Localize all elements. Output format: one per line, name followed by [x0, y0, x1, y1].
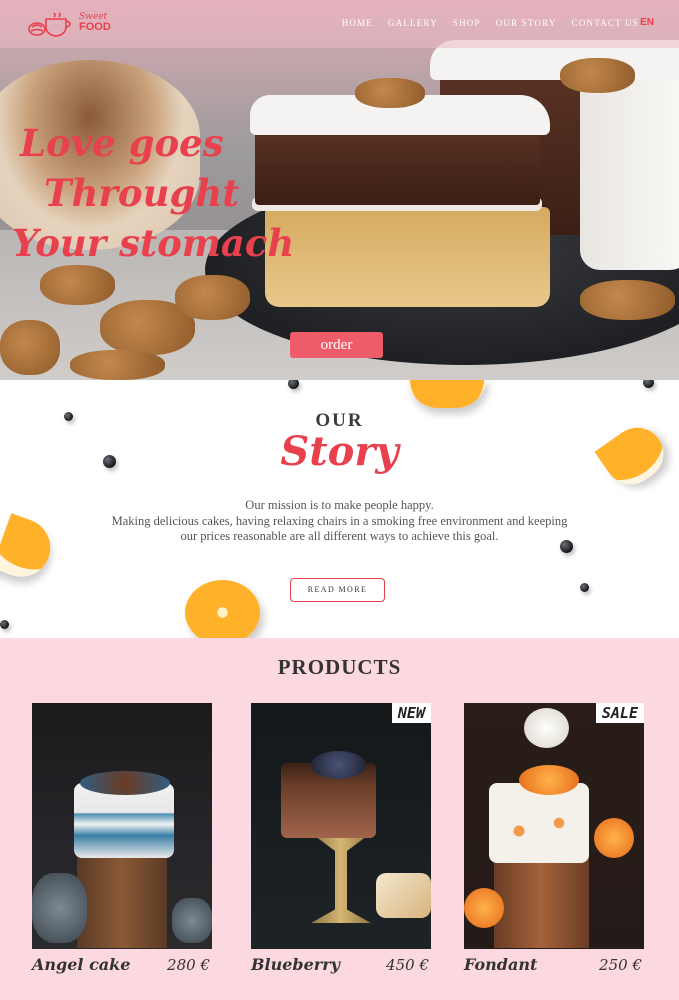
cake-stand-image — [311, 833, 371, 923]
product-image[interactable] — [32, 703, 212, 949]
nav-item-home[interactable]: HOME — [342, 18, 373, 28]
top-navigation: Sweet FOOD HOME GALLERY SHOP OUR STORY C… — [0, 0, 679, 48]
product-price: 450 € — [386, 956, 429, 974]
orange-image — [464, 888, 504, 928]
cake-slice-front-image — [250, 95, 550, 310]
blueberry-image — [580, 583, 589, 592]
hero-banner: Love goes Throught Your stomach order — [0, 0, 679, 380]
orange-slice-image — [0, 513, 59, 585]
language-switch[interactable]: EN — [640, 17, 654, 28]
cake-image — [489, 783, 589, 863]
product-image[interactable] — [464, 703, 644, 949]
walnut-image — [355, 78, 425, 108]
nav-item-shop[interactable]: SHOP — [453, 18, 481, 28]
walnut-image — [175, 275, 250, 320]
cake-stand-image — [494, 853, 589, 948]
orange-slice-image — [408, 380, 486, 408]
story-text-line3: our prices reasonable are all different … — [180, 529, 499, 543]
hero-headline-line2: Throught — [44, 171, 240, 215]
story-text-line1: Our mission is to make people happy. — [245, 498, 434, 512]
read-more-button[interactable]: READ MORE — [290, 578, 385, 602]
story-heading-title: Story — [280, 428, 399, 475]
walnut-image — [0, 320, 60, 375]
cup-cake-logo-icon — [28, 12, 71, 37]
story-text-line2: Making delicious cakes, having relaxing … — [111, 513, 568, 528]
walnut-image — [560, 58, 635, 93]
blueberry-image — [0, 620, 9, 629]
hero-headline-line1: Love goes — [20, 121, 224, 165]
product-name: Blueberry — [251, 955, 340, 974]
orange-topping-image — [519, 765, 579, 795]
nav-menu: HOME GALLERY SHOP OUR STORY CONTACT US — [342, 18, 639, 28]
site-logo[interactable]: Sweet FOOD — [28, 9, 118, 39]
walnut-image — [40, 265, 115, 305]
walnut-image — [70, 350, 165, 380]
our-story-section: OUR Story Our mission is to make people … — [0, 380, 679, 638]
nav-item-our-story[interactable]: OUR STORY — [496, 18, 557, 28]
logo-food: FOOD — [79, 21, 111, 33]
cake-topping-image — [80, 771, 170, 795]
blueberries-topping-image — [311, 751, 366, 779]
rose-image — [524, 708, 569, 748]
nav-item-contact-us[interactable]: CONTACT US — [572, 18, 639, 28]
product-card-blueberry[interactable]: NEW Blueberry 450 € — [251, 703, 431, 1000]
hero-headline: Love goes Throught Your stomach — [12, 118, 294, 268]
waffle-cone-image — [376, 873, 431, 918]
hero-headline-line3: Your stomach — [12, 221, 295, 265]
pinecone-image — [32, 873, 87, 943]
pinecone-image — [172, 898, 212, 943]
product-name: Fondant — [464, 955, 538, 974]
product-price: 250 € — [599, 956, 642, 974]
blueberry-image — [643, 380, 654, 388]
product-badge-sale: SALE — [595, 703, 644, 723]
orange-slice-image — [185, 580, 260, 638]
blueberry-image — [288, 380, 299, 389]
order-button[interactable]: order — [290, 332, 383, 358]
cake-stand-image — [77, 853, 167, 948]
products-section: PRODUCTS Angel cake 280 € NEW Blueberry … — [0, 638, 679, 1000]
product-price: 280 € — [167, 956, 210, 974]
logo-text: Sweet FOOD — [79, 12, 111, 33]
product-image[interactable] — [251, 703, 431, 949]
product-badge-new: NEW — [391, 703, 431, 723]
product-card-fondant[interactable]: SALE Fondant 250 € — [464, 703, 644, 1000]
story-description: Our mission is to make people happy. Mak… — [60, 498, 619, 545]
product-card-angel-cake[interactable]: Angel cake 280 € — [32, 703, 212, 1000]
nav-item-gallery[interactable]: GALLERY — [388, 18, 438, 28]
walnut-image — [580, 280, 675, 320]
product-name: Angel cake — [32, 955, 131, 974]
orange-image — [594, 818, 634, 858]
products-heading: PRODUCTS — [277, 655, 402, 679]
